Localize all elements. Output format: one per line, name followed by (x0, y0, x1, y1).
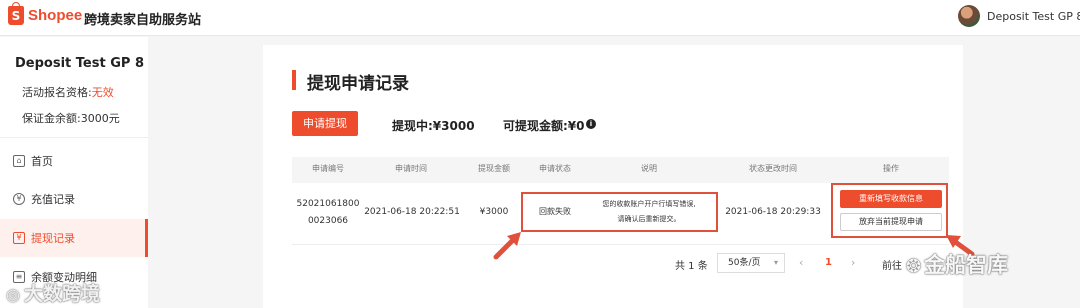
col-header-note: 说明 (641, 164, 657, 173)
info-icon[interactable]: i (586, 119, 596, 129)
sidebar-item-home[interactable]: ⌂ 首页 (0, 142, 148, 180)
sidebar-divider (0, 137, 148, 138)
sidebar-item-label: 首页 (31, 155, 53, 168)
eligibility-label: 活动报名资格: (22, 86, 92, 99)
eligibility-value: 无效 (91, 86, 114, 99)
cell-amount: ¥3000 (479, 207, 509, 217)
cell-change-time: 2021-06-18 20:29:33 (725, 207, 821, 217)
col-header-status: 申请状态 (539, 164, 571, 173)
pagination-total: 共 1 条 (675, 261, 708, 272)
apply-withdraw-button[interactable]: 申请提现 (292, 111, 358, 136)
deposit-value: 3000元 (80, 112, 120, 125)
chevron-down-icon: ▾ (773, 258, 778, 267)
watermark-left-text: 大数跨境 (23, 283, 100, 305)
current-page[interactable]: 1 (825, 257, 832, 268)
page-size-value: 50条/页 (728, 258, 761, 268)
deposit-row: 保证金余额:3000元 (22, 110, 120, 126)
top-header: S Shopee 跨境卖家自助服务站 Deposit Test GP 8 (0, 0, 1080, 36)
deposit-label: 保证金余额: (22, 112, 81, 125)
sidebar: Deposit Test GP 8 活动报名资格:无效 保证金余额:3000元 … (0, 37, 148, 308)
sidebar-item-label: 提现记录 (31, 232, 75, 245)
sidebar-item-label: 充值记录 (31, 193, 75, 206)
eligibility-row: 活动报名资格:无效 (22, 84, 114, 100)
avatar[interactable] (958, 5, 980, 27)
page-size-select[interactable]: 50条/页 ▾ (717, 253, 785, 273)
row-divider (292, 244, 949, 245)
cell-id-line1: 52021061800 (296, 199, 360, 209)
col-header-id: 申请编号 (312, 164, 344, 173)
watermark-right-text: 金船智库 (924, 253, 1009, 277)
logo-text: Shopee (28, 7, 83, 24)
available-amount: 可提现金额:¥0 (503, 119, 585, 133)
col-header-change-time: 状态更改时间 (749, 164, 797, 173)
page-title: 提现申请记录 (307, 74, 409, 94)
watermark-left: ◎ 大数跨境 (6, 279, 100, 306)
cell-apply-time: 2021-06-18 20:22:51 (364, 207, 460, 217)
annotation-arrow-left-icon (493, 232, 521, 260)
annotation-box-actions (831, 183, 948, 238)
swirl-logo-icon: ◎ (6, 285, 20, 304)
watermark-right: ❂ 金船智库 (906, 249, 1008, 279)
user-name[interactable]: Deposit Test GP 8 (987, 10, 1080, 23)
yen-icon: ¥ (13, 193, 25, 205)
account-name: Deposit Test GP 8 (15, 56, 144, 71)
sidebar-item-recharge[interactable]: ¥ 充值记录 (0, 180, 148, 218)
home-icon: ⌂ (13, 155, 25, 167)
annotation-box-status (521, 192, 718, 232)
col-header-action: 操作 (883, 164, 899, 173)
col-header-apply-time: 申请时间 (395, 164, 427, 173)
shopee-bag-icon: S (8, 2, 24, 25)
site-title: 跨境卖家自助服务站 (84, 13, 202, 28)
wechat-icon: ❂ (906, 256, 922, 277)
col-header-amount: 提现金额 (478, 164, 510, 173)
next-page-button[interactable]: › (851, 256, 855, 269)
title-accent-bar (292, 70, 296, 90)
withdraw-icon: ¥ (13, 232, 25, 244)
prev-page-button[interactable]: ‹ (799, 256, 803, 269)
shopee-logo[interactable]: S Shopee (8, 2, 83, 25)
goto-label: 前往 (882, 261, 902, 272)
sidebar-item-withdraw[interactable]: ¥ 提现记录 (0, 219, 148, 257)
cell-id-line2: 0023066 (307, 216, 349, 226)
withdrawing-amount: 提现中:¥3000 (392, 119, 475, 133)
